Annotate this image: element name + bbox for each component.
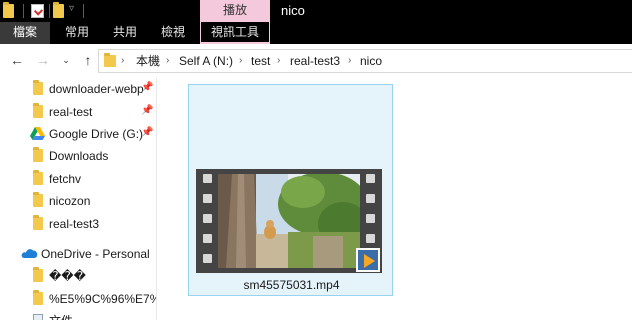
file-name: sm45575031.mp4 [243,278,340,292]
chevron-right-icon[interactable]: › [166,50,169,72]
breadcrumb-test[interactable]: test [251,50,270,72]
folder-icon [33,147,43,162]
folder-icon [33,170,43,185]
recent-locations-chevron-icon[interactable]: ⌄ [58,52,74,68]
sidebar-item-fetchv[interactable]: fetchv [0,168,156,190]
sidebar-item-label: Google Drive (G:) [49,127,144,141]
tab-view[interactable]: 檢視 [151,22,195,44]
sidebar-item-downloads[interactable]: Downloads [0,145,156,167]
sidebar-item-downloader-webp[interactable]: downloader-webp 📌 [0,78,156,100]
sidebar-item-label: 文件 [49,310,73,320]
sidebar-item-label: fetchv [49,172,82,186]
sidebar-item-label: real-test3 [49,217,100,231]
sidebar-item-label: nicozon [49,194,91,208]
sidebar-item-nicozon[interactable]: nicozon [0,190,156,212]
pin-icon: 📌 [141,105,154,116]
folder-icon [33,103,43,118]
sidebar-item-label: OneDrive - Personal [41,247,150,261]
sidebar-item-documents[interactable]: 文件 [0,310,156,320]
sidebar-item-label: Downloads [49,149,109,163]
file-list-pane: sm45575031.mp4 [157,78,632,320]
sidebar-item-encoded-folder[interactable]: %E5%9C%96%E7%8 [0,288,156,310]
tab-home[interactable]: 常用 [55,22,99,44]
sidebar-item-label: %E5%9C%96%E7%8 [49,292,156,306]
folder-icon [104,53,116,67]
video-thumbnail [196,169,382,273]
sidebar-item-label: ��� [49,269,86,283]
tab-video-tools[interactable]: 視訊工具 [200,22,270,44]
folder-icon [3,2,14,18]
toolbar-separator [83,4,84,18]
context-tab-play: 播放 [200,0,270,22]
folder-icon [33,192,43,207]
folder-icon [33,290,43,305]
breadcrumb-drive[interactable]: Self A (N:) [179,50,233,72]
toolbar-separator [49,4,50,18]
video-frame-image [218,174,360,268]
title-bar: ▿ 播放 nico [0,0,632,22]
back-arrow-icon[interactable]: ← [9,52,25,68]
breadcrumb-this-pc[interactable]: 本機 [136,50,160,72]
document-icon [33,314,43,320]
pin-icon: 📌 [141,127,154,138]
media-player-icon [356,248,380,272]
folder-icon [33,215,43,230]
navigation-pane: downloader-webp 📌 real-test 📌 Google Dri… [0,78,156,320]
sidebar-item-unknown-folder[interactable]: ��� [0,265,156,287]
chevron-right-icon[interactable]: › [239,50,242,72]
window-title: nico [281,3,305,18]
toolbar-separator [23,4,24,18]
breadcrumb-nico[interactable]: nico [360,50,382,72]
sidebar-item-real-test3[interactable]: real-test3 [0,213,156,235]
properties-icon[interactable] [31,4,44,18]
chevron-right-icon[interactable]: › [121,50,124,72]
tab-file[interactable]: 檔案 [0,22,50,44]
folder-icon [33,267,43,282]
sidebar-item-label: real-test [49,105,93,119]
breadcrumb-real-test3[interactable]: real-test3 [290,50,340,72]
file-item[interactable]: sm45575031.mp4 [188,84,393,296]
sidebar-item-label: downloader-webp [49,82,144,96]
ribbon-tabs: 檔案 常用 共用 檢視 視訊工具 [0,22,632,44]
chevron-right-icon[interactable]: › [277,50,280,72]
customize-toolbar-dropdown-icon[interactable]: ▿ [69,3,74,14]
pin-icon: 📌 [141,82,154,93]
folder-icon [33,80,43,95]
up-arrow-icon[interactable]: ↑ [80,52,96,68]
forward-arrow-icon[interactable]: → [35,52,51,68]
address-bar[interactable]: › 本機 › Self A (N:) › test › real-test3 ›… [98,49,632,73]
chevron-right-icon[interactable]: › [348,50,351,72]
tab-share[interactable]: 共用 [103,22,147,44]
navigation-bar: ← → ⌄ ↑ › 本機 › Self A (N:) › test › real… [0,44,632,78]
new-folder-icon[interactable] [53,2,64,18]
film-strip-icon [196,169,382,273]
onedrive-cloud-icon [21,247,38,260]
google-drive-icon [30,127,45,140]
sidebar-item-onedrive[interactable]: OneDrive - Personal [0,243,156,265]
sidebar-item-real-test[interactable]: real-test 📌 [0,101,156,123]
sidebar-item-google-drive[interactable]: Google Drive (G:) 📌 [0,123,156,145]
